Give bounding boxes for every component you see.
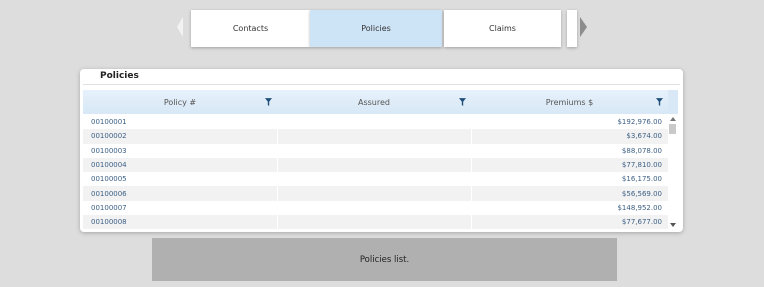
table-row[interactable]: 00100006 $56,569.00 bbox=[83, 186, 668, 201]
premium-cell: $148,952.00 bbox=[471, 200, 668, 216]
tab-claims-label: Claims bbox=[489, 24, 516, 33]
assured-cell bbox=[277, 115, 471, 130]
assured-cell bbox=[277, 200, 471, 216]
carousel-next-icon[interactable] bbox=[580, 17, 587, 37]
caption-label: Policies list. bbox=[152, 238, 617, 281]
policy-number-cell[interactable]: 00100006 bbox=[83, 186, 277, 200]
table-row[interactable]: 00100002 $3,674.00 bbox=[83, 129, 668, 144]
policy-number-cell[interactable]: 00100004 bbox=[83, 158, 277, 172]
column-header-assured-label: Assured bbox=[358, 97, 390, 107]
premium-cell: $16,175.00 bbox=[471, 172, 668, 187]
grid-header: Policy # Assured Premiums $ bbox=[83, 90, 668, 114]
policy-number-cell[interactable]: 00100007 bbox=[83, 201, 277, 215]
tab-next-partial[interactable] bbox=[567, 10, 577, 47]
assured-cell bbox=[277, 172, 471, 187]
premium-cell: $192,976.00 bbox=[471, 115, 668, 130]
column-header-assured[interactable]: Assured bbox=[277, 90, 471, 114]
policy-number-cell[interactable]: 00100008 bbox=[83, 215, 277, 229]
carousel-prev-icon[interactable] bbox=[177, 17, 183, 37]
assured-cell bbox=[277, 186, 471, 201]
filter-icon[interactable] bbox=[656, 98, 663, 106]
policies-panel: Policies Policy # Assured Premiums $ 001… bbox=[80, 69, 683, 232]
tab-claims[interactable]: Claims bbox=[444, 10, 561, 47]
scrollbar-header-spacer bbox=[668, 90, 678, 114]
tab-contacts[interactable]: Contacts bbox=[191, 10, 310, 47]
scroll-up-icon[interactable] bbox=[670, 117, 676, 121]
premium-cell: $77,810.00 bbox=[471, 157, 668, 173]
assured-cell bbox=[277, 143, 471, 158]
policy-number-cell[interactable]: 00100005 bbox=[83, 172, 277, 186]
assured-cell bbox=[277, 157, 471, 173]
assured-cell bbox=[277, 215, 471, 230]
table-row[interactable]: 00100004 $77,810.00 bbox=[83, 157, 668, 173]
title-divider bbox=[83, 84, 680, 85]
table-row[interactable]: 00100007 $148,952.00 bbox=[83, 200, 668, 216]
table-row[interactable]: 00100008 $77,677.00 bbox=[83, 215, 668, 230]
policy-number-cell[interactable]: 00100001 bbox=[83, 115, 277, 129]
column-header-policy[interactable]: Policy # bbox=[83, 90, 277, 114]
policy-number-cell[interactable]: 00100002 bbox=[83, 129, 277, 143]
tab-contacts-label: Contacts bbox=[232, 24, 269, 33]
premium-cell: $56,569.00 bbox=[471, 186, 668, 201]
tab-policies[interactable]: Policies bbox=[310, 10, 442, 47]
table-row[interactable]: 00100003 $88,078.00 bbox=[83, 143, 668, 158]
column-header-policy-label: Policy # bbox=[163, 97, 197, 107]
policy-number-cell[interactable]: 00100003 bbox=[83, 144, 277, 158]
premium-cell: $77,677.00 bbox=[471, 215, 668, 230]
column-header-premiums[interactable]: Premiums $ bbox=[471, 90, 668, 114]
table-row[interactable]: 00100005 $16,175.00 bbox=[83, 172, 668, 187]
table-row[interactable]: 00100001 $192,976.00 bbox=[83, 115, 668, 130]
grid-scrollbar[interactable] bbox=[668, 90, 678, 230]
premium-cell: $88,078.00 bbox=[471, 143, 668, 158]
scroll-down-icon[interactable] bbox=[670, 223, 676, 227]
filter-icon[interactable] bbox=[265, 98, 272, 106]
column-header-premiums-label: Premiums $ bbox=[545, 97, 594, 107]
grid-body: 00100001 $192,976.00 00100002 $3,674.00 … bbox=[83, 115, 668, 230]
tab-policies-label: Policies bbox=[361, 24, 391, 33]
panel-title: Policies bbox=[100, 71, 139, 81]
scrollbar-thumb[interactable] bbox=[669, 124, 676, 134]
filter-icon[interactable] bbox=[459, 98, 466, 106]
premium-cell: $3,674.00 bbox=[471, 129, 668, 144]
assured-cell bbox=[277, 129, 471, 144]
